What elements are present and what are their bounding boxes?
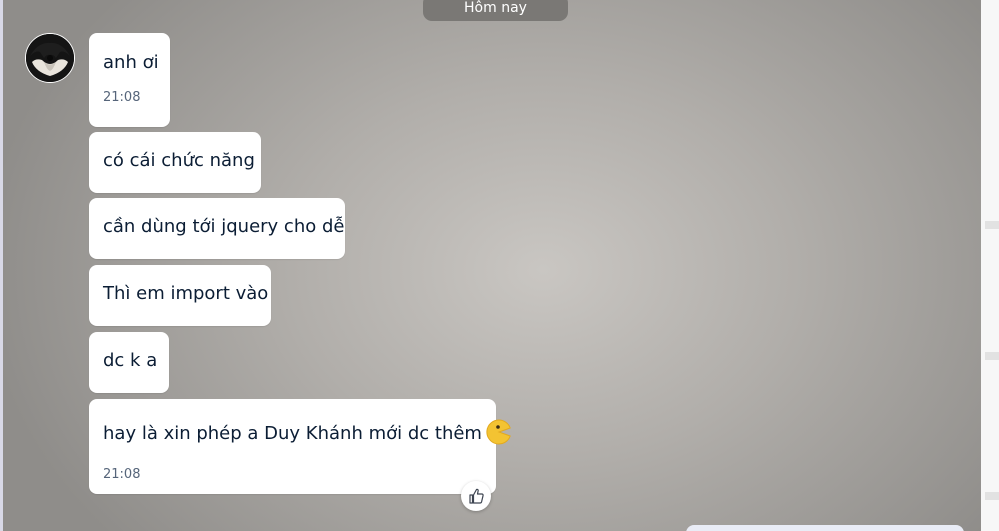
message-bubble[interactable]: hay là xin phép a Duy Khánh mới dc thêm … xyxy=(89,399,511,494)
scroll-marker xyxy=(985,221,999,229)
message-text: cần dùng tới jquery cho dễ xyxy=(103,216,345,237)
next-message-preview xyxy=(686,525,964,531)
pacman-face-emoji-icon xyxy=(486,419,512,452)
message-text: anh ơi xyxy=(103,52,159,73)
message-text: Thì em import vào xyxy=(103,283,269,304)
message-text: dc k a xyxy=(103,350,158,371)
sender-avatar[interactable] xyxy=(25,33,75,83)
thumbs-up-icon xyxy=(469,488,484,504)
date-separator: Hôm nay xyxy=(423,0,568,21)
react-like-button[interactable] xyxy=(461,481,491,511)
message-bubble[interactable]: Thì em import vào xyxy=(89,265,271,326)
message-time: 21:08 xyxy=(103,90,141,105)
message-text: có cái chức năng xyxy=(103,150,255,171)
message-text: hay là xin phép a Duy Khánh mới dc thêm xyxy=(103,423,482,444)
message-bubble[interactable]: cần dùng tới jquery cho dễ xyxy=(89,198,345,259)
chat-message-area[interactable]: Hôm nay anh ơi 21:08 có cái chức năng cầ… xyxy=(3,0,981,531)
message-bubble[interactable]: dc k a xyxy=(89,332,169,393)
right-panel-edge xyxy=(981,0,999,531)
user-avatar-icon xyxy=(26,34,74,82)
scroll-marker xyxy=(985,352,999,360)
message-time: 21:08 xyxy=(103,467,141,482)
scroll-marker xyxy=(985,492,999,500)
message-bubble[interactable]: anh ơi 21:08 xyxy=(89,33,170,127)
message-bubble[interactable]: có cái chức năng xyxy=(89,132,261,193)
